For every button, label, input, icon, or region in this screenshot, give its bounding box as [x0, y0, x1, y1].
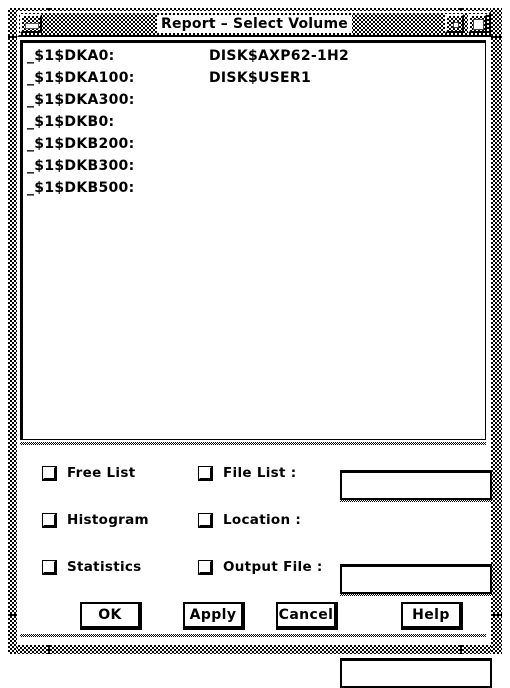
volume-device-name: _$1$DKB0:: [27, 114, 115, 130]
dialog-client-area: _$1$DKA0: DISK$AXP62-1H2 _$1$DKA100: DISK$U…: [17, 38, 492, 688]
volume-device-name: _$1$DKA300:: [27, 92, 135, 108]
checkbox-location[interactable]: Location :: [198, 509, 301, 531]
options-row: Free List File List :: [20, 462, 492, 502]
volume-list-items: _$1$DKA0: DISK$AXP62-1H2 _$1$DKA100: DISK$U…: [23, 43, 485, 199]
window-frame-left[interactable]: [8, 8, 17, 654]
checkbox-label: File List :: [223, 465, 297, 481]
checkbox-free-list[interactable]: Free List: [42, 462, 135, 484]
dialog-window: Report – Select Volume _$1$DKA0: DISK$AXP…: [8, 8, 502, 688]
checkbox-icon[interactable]: [198, 465, 213, 481]
checkbox-histogram[interactable]: Histogram: [42, 509, 149, 531]
list-item[interactable]: _$1$DKB500:: [25, 177, 485, 199]
frame-notch-bottom-left: [8, 614, 17, 616]
window-frame-right[interactable]: [491, 8, 502, 654]
checkbox-statistics[interactable]: Statistics: [42, 556, 142, 578]
options-row: Statistics Output File :: [20, 556, 492, 688]
checkbox-icon[interactable]: [42, 512, 57, 528]
list-item[interactable]: _$1$DKB0:: [25, 111, 485, 133]
help-button[interactable]: Help: [401, 602, 463, 630]
list-separator: [20, 442, 486, 445]
checkbox-file-list[interactable]: File List :: [198, 462, 296, 484]
list-item[interactable]: _$1$DKA0: DISK$AXP62-1H2: [25, 45, 485, 67]
window-menu-icon: [25, 23, 39, 29]
checkbox-icon[interactable]: [42, 559, 57, 575]
options-row: Histogram Location :: [20, 509, 492, 596]
volume-label: DISK$AXP62-1H2: [209, 48, 350, 64]
list-item[interactable]: _$1$DKB200:: [25, 133, 485, 155]
checkbox-icon[interactable]: [42, 465, 57, 481]
window-frame-bottom[interactable]: [8, 645, 502, 654]
checkbox-label: Statistics: [67, 559, 142, 575]
volume-label: DISK$USER1: [209, 70, 312, 86]
minimize-button[interactable]: [445, 14, 464, 33]
checkbox-icon[interactable]: [198, 512, 213, 528]
volume-device-name: _$1$DKB300:: [27, 158, 135, 174]
frame-notch-top-left: [8, 36, 17, 38]
output-file-input[interactable]: [340, 658, 492, 688]
checkbox-label: Histogram: [67, 512, 149, 528]
maximize-icon: [473, 19, 484, 30]
file-list-input-underline: [340, 500, 492, 502]
frame-notch-bottom-right: [491, 614, 502, 616]
ok-button[interactable]: OK: [80, 602, 142, 630]
checkbox-output-file[interactable]: Output File :: [198, 556, 323, 578]
frame-notch-top-right: [491, 36, 502, 38]
maximize-button[interactable]: [468, 14, 487, 33]
volume-list[interactable]: _$1$DKA0: DISK$AXP62-1H2 _$1$DKA100: DISK$U…: [20, 40, 486, 440]
minimize-icon: [453, 22, 459, 28]
checkbox-icon[interactable]: [198, 559, 213, 575]
volume-device-name: _$1$DKA0:: [27, 48, 115, 64]
volume-device-name: _$1$DKA100:: [27, 70, 135, 86]
list-item[interactable]: _$1$DKA100: DISK$USER1: [25, 67, 485, 89]
frame-notch-bottom-b: [460, 645, 462, 654]
window-title: Report – Select Volume: [157, 15, 352, 33]
file-list-input[interactable]: [340, 470, 492, 500]
frame-notch-bottom-a: [48, 645, 50, 654]
list-item[interactable]: _$1$DKB300:: [25, 155, 485, 177]
button-bar-separator: [20, 634, 486, 637]
cancel-button[interactable]: Cancel: [276, 602, 338, 630]
window-menu-button[interactable]: [20, 14, 42, 33]
checkbox-label: Output File :: [223, 559, 323, 575]
volume-device-name: _$1$DKB500:: [27, 180, 135, 196]
volume-device-name: _$1$DKB200:: [27, 136, 135, 152]
list-item[interactable]: _$1$DKA300:: [25, 89, 485, 111]
checkbox-label: Free List: [67, 465, 136, 481]
options-panel: Free List File List : Histogram Location…: [20, 448, 492, 688]
dialog-button-bar: OK Apply Cancel Help: [20, 594, 486, 640]
title-bar[interactable]: Report – Select Volume: [17, 11, 491, 37]
apply-button[interactable]: Apply: [183, 602, 245, 630]
checkbox-label: Location :: [223, 512, 302, 528]
